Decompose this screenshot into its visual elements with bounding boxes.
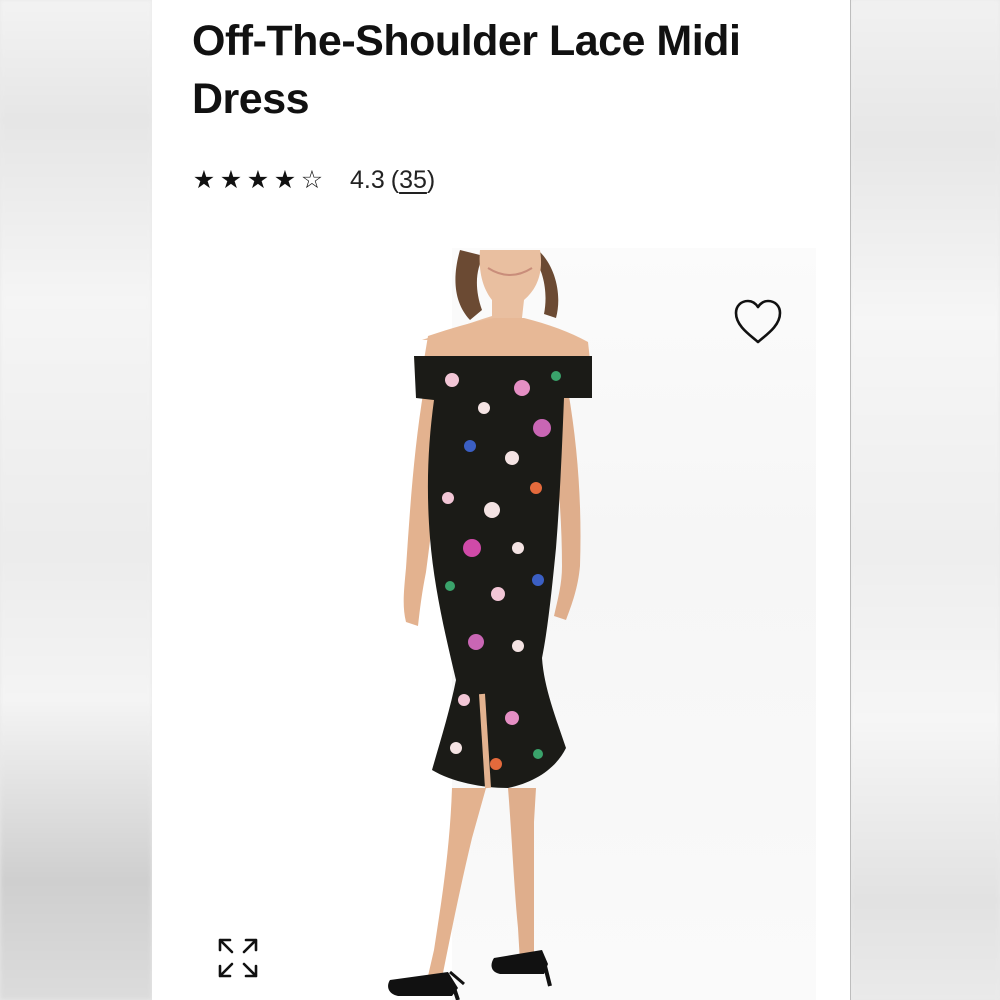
star-full-icon: ★: [192, 165, 216, 194]
star-outline-icon: ☆: [300, 165, 324, 194]
product-image[interactable]: [152, 248, 850, 1000]
product-title: Off-The-Shoulder Lace Midi Dress: [192, 17, 741, 123]
rating-value: 4.3: [350, 165, 385, 194]
rating-stars: ★ ★ ★ ★ ☆: [192, 165, 324, 194]
product-panel: Off-The-Shoulder Lace Midi Dress ★ ★ ★ ★…: [152, 0, 851, 1000]
background-blur-left: [0, 0, 152, 1000]
review-count-close: ): [426, 165, 436, 194]
background-blur-right: [850, 0, 1000, 1000]
heart-outline-icon: [734, 299, 782, 344]
expand-image-button[interactable]: [216, 936, 260, 980]
star-full-icon: ★: [246, 165, 270, 194]
review-count-wrapper: (35): [391, 166, 435, 195]
review-count-link[interactable]: 35: [399, 166, 427, 194]
product-rating: ★ ★ ★ ★ ☆ 4.3 (35): [192, 162, 435, 198]
review-count-open: (: [390, 165, 400, 194]
wishlist-button[interactable]: [732, 298, 784, 346]
star-full-icon: ★: [219, 165, 243, 194]
product-image-area[interactable]: [152, 248, 850, 1000]
expand-arrows-icon: [218, 938, 258, 978]
star-full-icon: ★: [273, 165, 297, 194]
